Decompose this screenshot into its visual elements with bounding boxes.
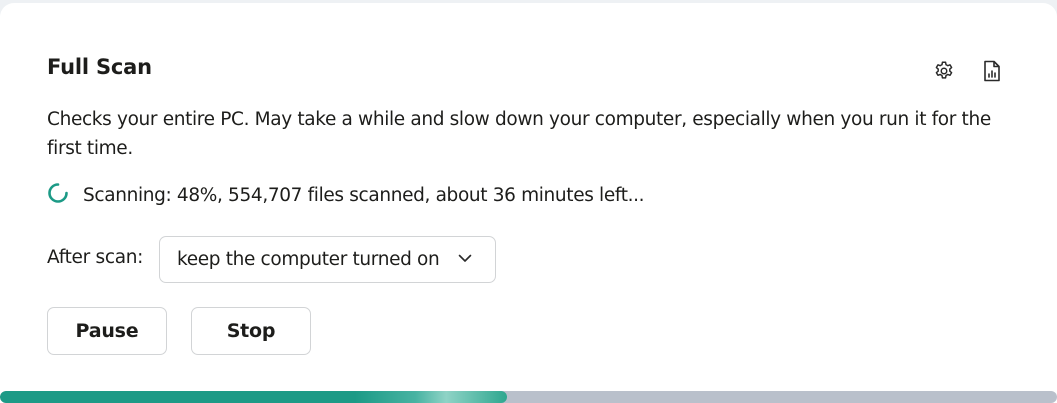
card-title: Full Scan xyxy=(47,55,152,79)
scan-progress-bar xyxy=(0,391,1057,403)
scan-status-text: Scanning: 48%, 554,707 files scanned, ab… xyxy=(83,184,645,206)
scan-status: Scanning: 48%, 554,707 files scanned, ab… xyxy=(47,182,645,208)
report-icon xyxy=(984,60,1000,82)
stop-button[interactable]: Stop xyxy=(191,307,311,355)
scan-progress-fill xyxy=(0,391,508,403)
report-button[interactable] xyxy=(980,59,1004,83)
after-scan-dropdown[interactable]: keep the computer turned on xyxy=(159,236,496,283)
settings-button[interactable] xyxy=(932,59,956,83)
pause-button[interactable]: Pause xyxy=(47,307,167,355)
after-scan-label: After scan: xyxy=(47,247,144,268)
full-scan-card: Full Scan Checks your entire PC. May tak… xyxy=(0,3,1057,403)
after-scan-selected-value: keep the computer turned on xyxy=(177,249,440,270)
gear-icon xyxy=(935,61,953,79)
chevron-down-icon xyxy=(458,254,472,262)
scan-description: Checks your entire PC. May take a while … xyxy=(47,109,991,159)
loading-spinner-icon xyxy=(48,183,68,203)
